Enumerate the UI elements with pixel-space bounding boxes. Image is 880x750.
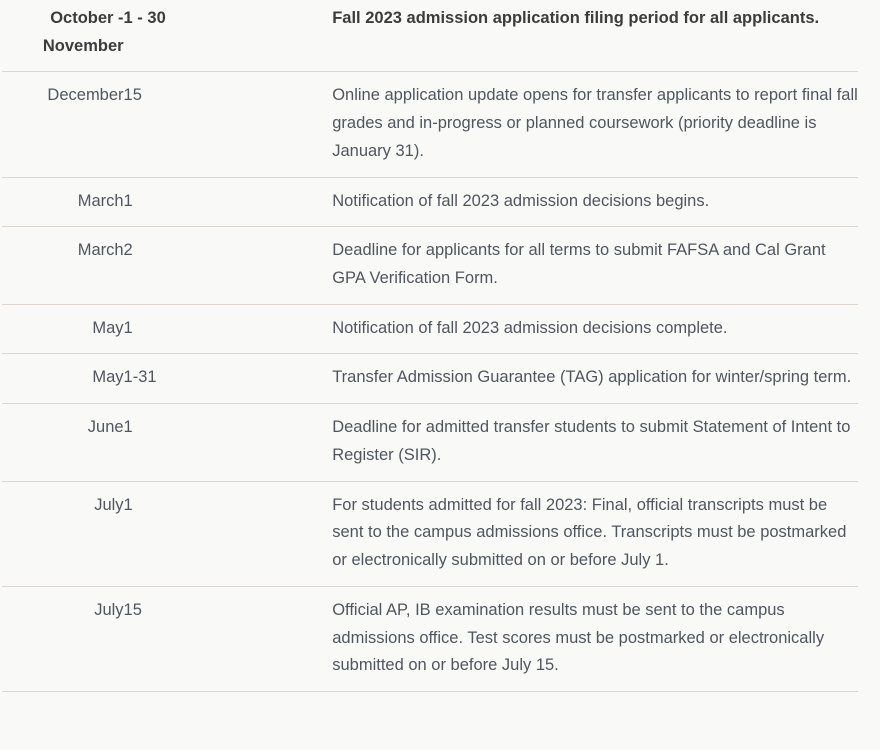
deadline-table: October - November 1 - 30 Fall 2023 admiss… [2, 0, 858, 692]
table-row: June 1 Deadline for admitted transfer stud… [2, 404, 858, 482]
cell-month: October - November [42, 9, 124, 55]
cell-description: Fall 2023 admission application filing p… [332, 9, 820, 27]
table-row: March 1 Notification of fall 2023 admissio… [2, 177, 858, 227]
cell-day: 15 [123, 600, 142, 619]
cell-day: 1 [123, 418, 133, 437]
cell-description: Official AP, IB examination results must… [332, 600, 825, 675]
cell-description: Transfer Admission Guarantee (TAG) appli… [332, 368, 852, 387]
cell-description: Deadline for applicants for all terms to… [332, 241, 826, 288]
cell-month: July [94, 495, 124, 514]
table-row: May 1-31 Transfer Admission Guarantee (TAG… [2, 354, 858, 404]
cell-month: March [77, 191, 124, 210]
cell-month: December [47, 86, 124, 105]
deadline-table-body: October - November 1 - 30 Fall 2023 admiss… [2, 0, 858, 692]
cell-description: Notification of fall 2023 admission deci… [332, 318, 728, 337]
cell-day: 1 - 30 [123, 9, 166, 27]
cell-day: 1-31 [123, 368, 157, 387]
table-row: May 1 Notification of fall 2023 admission … [2, 304, 858, 354]
cell-description: For students admitted for fall 2023: Fin… [332, 495, 847, 570]
admission-deadlines-calendar: October - November 1 - 30 Fall 2023 admiss… [0, 0, 880, 692]
cell-day: 1 [123, 191, 133, 210]
cell-day: 2 [123, 241, 133, 260]
cell-month: May [92, 368, 124, 387]
cell-day: 1 [123, 318, 133, 337]
cell-month: June [87, 418, 124, 437]
cell-day: 15 [123, 86, 142, 105]
cell-month: March [77, 241, 124, 260]
table-row: July 1 For students admitted for fall 2023… [2, 481, 858, 587]
cell-month: July [94, 600, 124, 619]
cell-description: Notification of fall 2023 admission deci… [332, 191, 710, 210]
cell-description: Deadline for admitted transfer students … [332, 418, 851, 464]
table-row: March 2 Deadline for applicants for all te… [2, 227, 858, 305]
table-row: October - November 1 - 30 Fall 2023 admiss… [2, 0, 858, 72]
cell-day: 1 [123, 495, 133, 514]
cell-description: Online application update opens for tran… [332, 86, 858, 160]
cell-month: May [92, 318, 124, 337]
table-row: July 15 Official AP, IB examination result… [2, 586, 858, 692]
table-row: December 15 Online application update open… [2, 72, 858, 178]
